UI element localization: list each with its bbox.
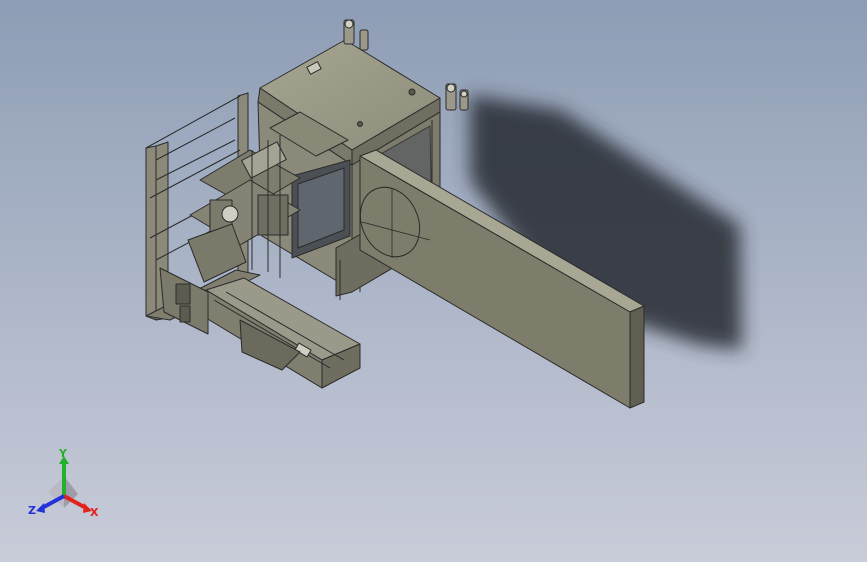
x-axis-label: X — [90, 506, 99, 519]
cad-3d-viewport[interactable] — [0, 0, 867, 562]
z-axis-arrowhead — [36, 503, 45, 513]
z-axis-label: Z — [28, 504, 36, 517]
axis-triad: Y X Z — [28, 448, 99, 519]
conveyor-arm — [159, 267, 361, 389]
y-axis-label: Y — [58, 448, 68, 460]
